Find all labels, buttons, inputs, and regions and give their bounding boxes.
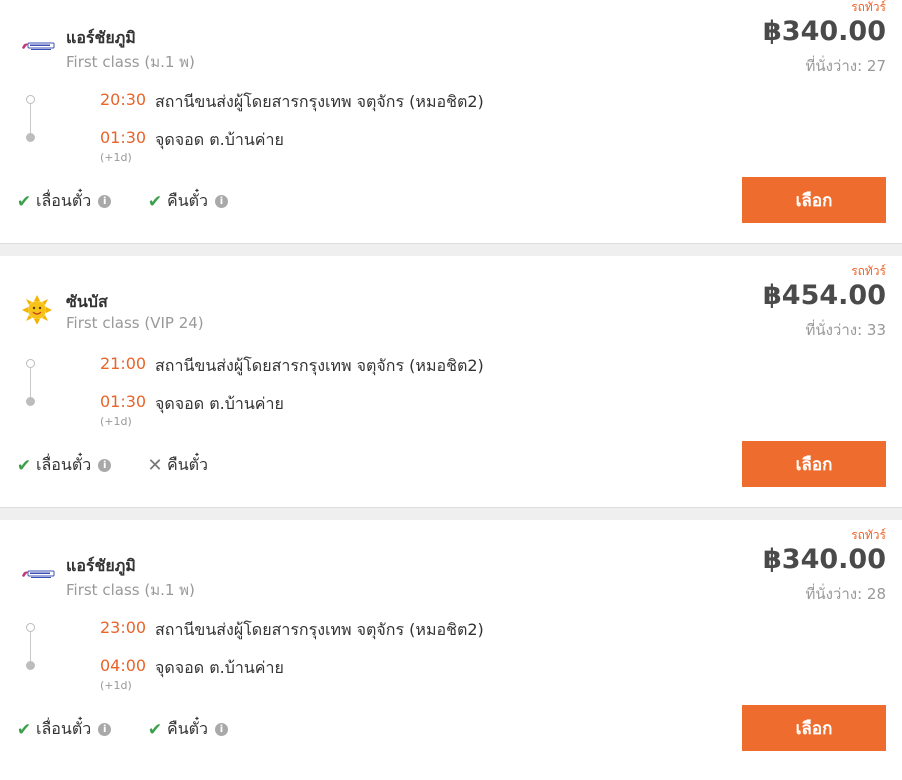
info-icon[interactable]: i bbox=[215, 195, 229, 208]
departure-place: สถานีขนส่งผู้โดยสารกรุงเทพ จตุจักร (หมอช… bbox=[155, 92, 484, 111]
departure-place: สถานีขนส่งผู้โดยสารกรุงเทพ จตุจักร (หมอช… bbox=[155, 356, 484, 375]
check-icon: ✔ bbox=[16, 719, 32, 740]
route-end-dot-icon bbox=[26, 397, 35, 406]
check-icon: ✔ bbox=[16, 455, 32, 476]
operator-logo-icon bbox=[22, 570, 55, 578]
bus-class: First class (VIP 24) bbox=[66, 314, 204, 332]
bus-class: First class (ม.1 พ) bbox=[66, 581, 195, 599]
departure-time: 21:00 bbox=[100, 354, 147, 373]
operator-name: แอร์ชัยภูมิ bbox=[66, 556, 136, 575]
price: ฿340.00 bbox=[763, 16, 886, 47]
select-button[interactable]: เลือก bbox=[742, 177, 886, 223]
result-card: รถทัวร์ แอร์ชัยภูมิ First class (ม.1 พ) … bbox=[0, 0, 902, 243]
bus-type-tag: รถทัวร์ bbox=[851, 528, 886, 542]
departure-time: 20:30 bbox=[100, 90, 147, 109]
policy-label: คืนตั๋ว bbox=[167, 455, 209, 474]
route-start-dot-icon bbox=[26, 95, 35, 104]
policy-refund-ticket: ✔ คืนตั๋ว i bbox=[146, 189, 229, 214]
policy-label: คืนตั๋ว bbox=[167, 719, 209, 738]
policy-change-ticket: ✔ เลื่อนตั๋ว i bbox=[15, 453, 112, 478]
policy-label: คืนตั๋ว bbox=[167, 191, 209, 210]
info-icon[interactable]: i bbox=[98, 195, 112, 208]
price: ฿340.00 bbox=[763, 544, 886, 575]
policy-change-ticket: ✔ เลื่อนตั๋ว i bbox=[15, 717, 112, 742]
info-icon[interactable]: i bbox=[215, 723, 229, 736]
price: ฿454.00 bbox=[763, 280, 886, 311]
next-day-note: (+1d) bbox=[100, 679, 132, 692]
route-end-dot-icon bbox=[26, 133, 35, 142]
policy-change-ticket: ✔ เลื่อนตั๋ว i bbox=[15, 189, 112, 214]
departure-place: สถานีขนส่งผู้โดยสารกรุงเทพ จตุจักร (หมอช… bbox=[155, 620, 484, 639]
route-start-dot-icon bbox=[26, 623, 35, 632]
next-day-note: (+1d) bbox=[100, 415, 132, 428]
bus-type-tag: รถทัวร์ bbox=[851, 0, 886, 14]
arrival-time: 04:00 bbox=[100, 656, 147, 675]
check-icon: ✔ bbox=[16, 191, 32, 212]
bus-class: First class (ม.1 พ) bbox=[66, 53, 195, 71]
policy-label: เลื่อนตั๋ว bbox=[36, 719, 92, 738]
result-card: รถทัวร์ ซันบัส First class (VIP 24) ฿454… bbox=[0, 256, 902, 507]
policy-refund-ticket: ✕ คืนตั๋ว bbox=[146, 453, 208, 478]
info-icon[interactable]: i bbox=[98, 459, 112, 472]
operator-logo-icon bbox=[22, 42, 55, 50]
policy-label: เลื่อนตั๋ว bbox=[36, 455, 92, 474]
route-start-dot-icon bbox=[26, 359, 35, 368]
divider bbox=[0, 507, 902, 508]
arrival-time: 01:30 bbox=[100, 392, 147, 411]
next-day-note: (+1d) bbox=[100, 151, 132, 164]
check-icon: ✔ bbox=[147, 719, 163, 740]
operator-name: ซันบัส bbox=[66, 292, 108, 311]
route-line bbox=[30, 632, 31, 662]
route-line bbox=[30, 104, 31, 134]
policy-label: เลื่อนตั๋ว bbox=[36, 191, 92, 210]
cross-icon: ✕ bbox=[147, 455, 163, 476]
seats-available: ที่นั่งว่าง: 33 bbox=[805, 321, 886, 339]
divider bbox=[0, 243, 902, 244]
operator-name: แอร์ชัยภูมิ bbox=[66, 28, 136, 47]
bus-type-tag: รถทัวร์ bbox=[851, 264, 886, 278]
policy-refund-ticket: ✔ คืนตั๋ว i bbox=[146, 717, 229, 742]
arrival-time: 01:30 bbox=[100, 128, 147, 147]
info-icon[interactable]: i bbox=[98, 723, 112, 736]
seats-available: ที่นั่งว่าง: 27 bbox=[805, 57, 886, 75]
arrival-place: จุดจอด ต.บ้านค่าย bbox=[155, 658, 284, 677]
result-card: รถทัวร์ แอร์ชัยภูมิ First class (ม.1 พ) … bbox=[0, 520, 902, 780]
seats-available: ที่นั่งว่าง: 28 bbox=[805, 585, 886, 603]
arrival-place: จุดจอด ต.บ้านค่าย bbox=[155, 394, 284, 413]
select-button[interactable]: เลือก bbox=[742, 441, 886, 487]
check-icon: ✔ bbox=[147, 191, 163, 212]
route-line bbox=[30, 368, 31, 398]
route-end-dot-icon bbox=[26, 661, 35, 670]
select-button[interactable]: เลือก bbox=[742, 705, 886, 751]
departure-time: 23:00 bbox=[100, 618, 147, 637]
arrival-place: จุดจอด ต.บ้านค่าย bbox=[155, 130, 284, 149]
sun-logo-icon bbox=[22, 295, 52, 324]
